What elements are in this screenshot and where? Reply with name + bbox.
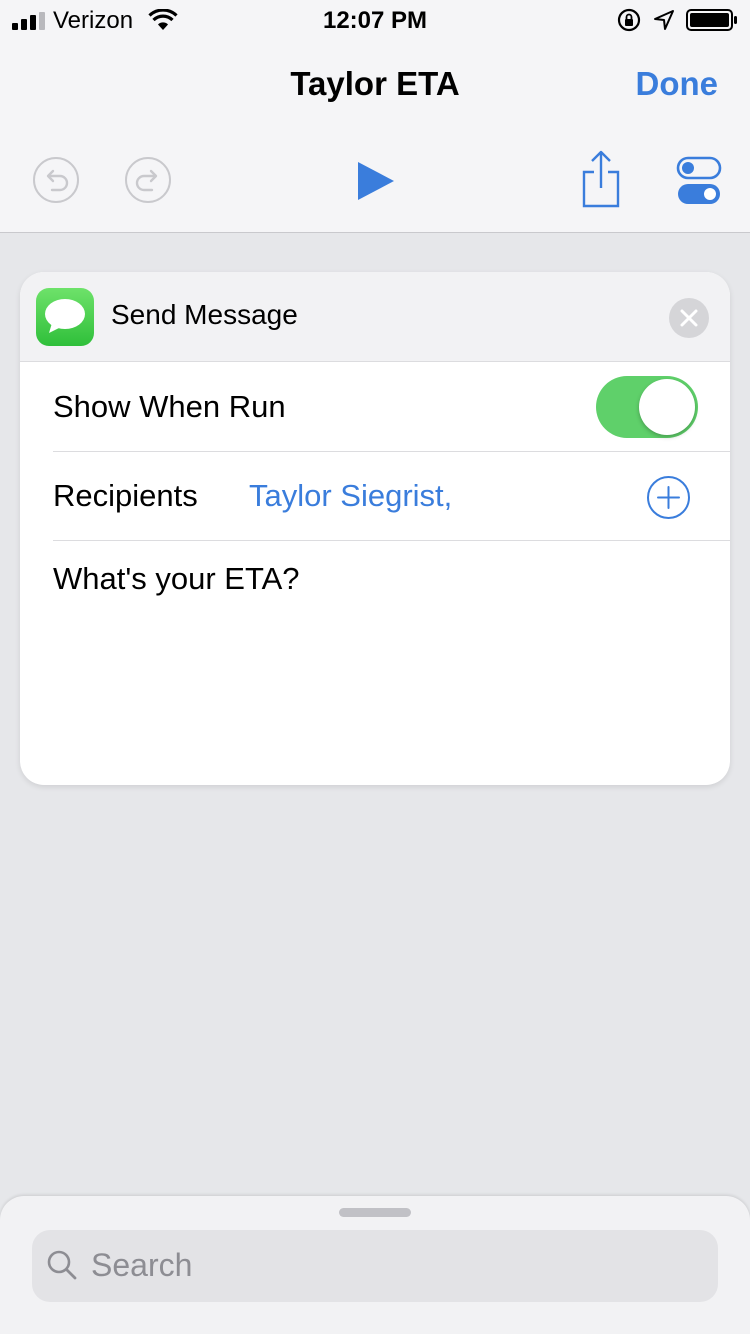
nav-bar: Taylor ETA Done (0, 40, 750, 233)
add-recipient-icon[interactable] (646, 475, 691, 520)
recipient-token[interactable]: Taylor Siegrist, (249, 478, 452, 514)
status-bar: Verizon 12:07 PM (0, 0, 750, 40)
search-icon (47, 1250, 77, 1280)
redo-icon[interactable] (124, 156, 172, 204)
remove-action-button[interactable] (669, 298, 709, 338)
show-when-run-toggle[interactable] (596, 376, 698, 438)
done-button[interactable]: Done (636, 64, 719, 104)
battery-icon (686, 9, 737, 31)
action-header: Send Message (20, 272, 730, 362)
actions-bottom-sheet: Search (0, 1196, 750, 1334)
close-icon (680, 309, 698, 327)
search-placeholder: Search (91, 1247, 193, 1283)
search-input[interactable]: Search (32, 1230, 718, 1302)
settings-toggle-icon[interactable] (676, 156, 722, 206)
sheet-grabber[interactable] (339, 1208, 411, 1217)
play-icon[interactable] (352, 158, 398, 204)
location-icon (654, 10, 674, 30)
share-icon[interactable] (578, 150, 624, 208)
action-title: Send Message (111, 299, 298, 330)
send-message-action-card: Send Message Show When Run Recipients Ta… (20, 272, 730, 785)
recipients-label: Recipients (53, 478, 198, 513)
recipients-row: Recipients Taylor Siegrist, (53, 452, 730, 541)
show-when-run-label: Show When Run (53, 389, 286, 424)
show-when-run-row: Show When Run (53, 363, 730, 452)
messages-icon (36, 288, 94, 346)
toggle-knob (639, 379, 695, 435)
undo-icon[interactable] (32, 156, 80, 204)
message-text-field[interactable]: What's your ETA? (53, 561, 693, 761)
orientation-lock-icon (617, 8, 641, 32)
